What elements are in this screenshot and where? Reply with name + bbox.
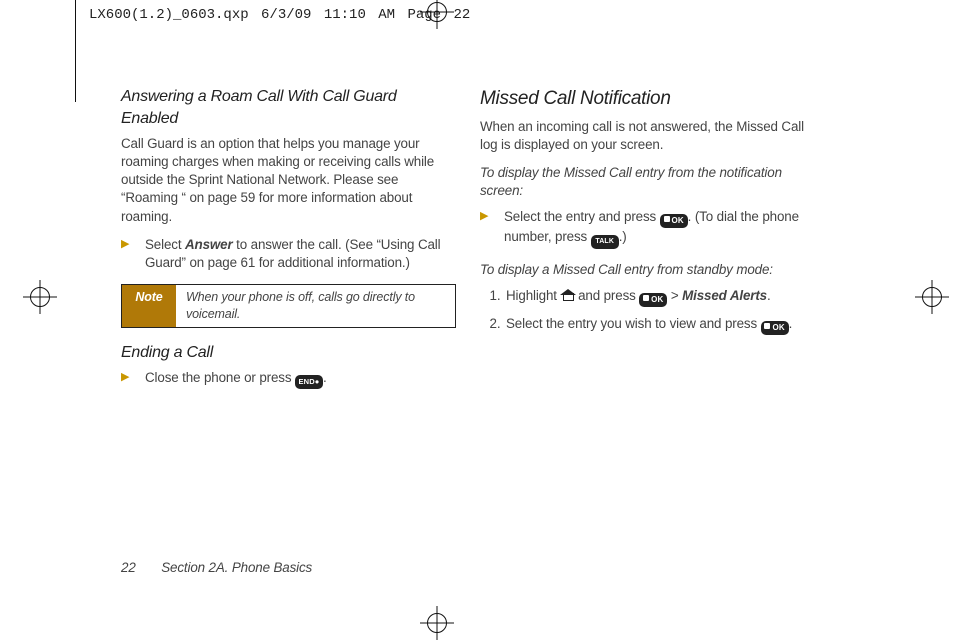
home-icon <box>561 289 575 301</box>
list-standby: Highlight and press OK > Missed Alerts. … <box>480 287 815 335</box>
text: . <box>789 316 793 331</box>
instruction-standby: To display a Missed Call entry from stan… <box>480 261 815 279</box>
ok-key-icon: OK <box>761 321 789 335</box>
text: Select <box>145 237 185 252</box>
text: . <box>323 370 327 385</box>
keyword-answer: Answer <box>185 237 233 252</box>
print-slug: LX600(1.2)_0603.qxp 6/3/09 11:10 AM Page… <box>89 6 470 25</box>
crop-mark-left <box>23 280 57 314</box>
ok-key-icon: OK <box>639 293 667 307</box>
list-answer: Select Answer to answer the call. (See “… <box>121 236 456 272</box>
keyword-missed-alerts: Missed Alerts <box>682 288 767 303</box>
text: . <box>767 288 771 303</box>
heading-missed-call: Missed Call Notification <box>480 86 815 112</box>
section-label: Section 2A. Phone Basics <box>161 560 312 575</box>
list-item: Highlight and press OK > Missed Alerts. <box>504 287 815 307</box>
end-key-icon: END● <box>295 375 323 389</box>
text: and press <box>575 288 640 303</box>
column-right: Missed Call Notification When an incomin… <box>480 86 815 347</box>
instruction-notification: To display the Missed Call entry from th… <box>480 164 815 200</box>
crop-mark-right <box>915 280 949 314</box>
heading-roam-guard: Answering a Roam Call With Call Guard En… <box>121 86 456 129</box>
list-item: Select the entry you wish to view and pr… <box>504 315 815 335</box>
crop-mark-bottom <box>420 606 454 640</box>
page-footer: 22 Section 2A. Phone Basics <box>121 559 312 577</box>
margin-rule <box>75 0 76 102</box>
text: Select the entry you wish to view and pr… <box>506 316 761 331</box>
list-item: Select the entry and press OK. (To dial … <box>480 208 815 249</box>
list-item: Close the phone or press END●. <box>121 369 456 389</box>
talk-key-icon: TALK <box>591 235 619 249</box>
note-text: When your phone is off, calls go directl… <box>176 285 455 327</box>
page-number: 22 <box>121 559 136 577</box>
text: Select the entry and press <box>504 209 660 224</box>
list-ending: Close the phone or press END●. <box>121 369 456 389</box>
para-missed-call: When an incoming call is not answered, t… <box>480 118 815 154</box>
para-roam-guard: Call Guard is an option that helps you m… <box>121 135 456 225</box>
list-item: Select Answer to answer the call. (See “… <box>121 236 456 272</box>
ok-key-icon: OK <box>660 214 688 228</box>
manual-page: LX600(1.2)_0603.qxp 6/3/09 11:10 AM Page… <box>0 0 954 643</box>
list-notification: Select the entry and press OK. (To dial … <box>480 208 815 249</box>
text: Close the phone or press <box>145 370 295 385</box>
note-label: Note <box>122 285 176 327</box>
note-box: Note When your phone is off, calls go di… <box>121 284 456 328</box>
crop-mark-top <box>420 0 454 29</box>
text: > <box>667 288 682 303</box>
column-left: Answering a Roam Call With Call Guard En… <box>121 86 456 401</box>
heading-ending-call: Ending a Call <box>121 342 456 364</box>
text: .) <box>619 229 627 244</box>
text: Highlight <box>506 288 561 303</box>
